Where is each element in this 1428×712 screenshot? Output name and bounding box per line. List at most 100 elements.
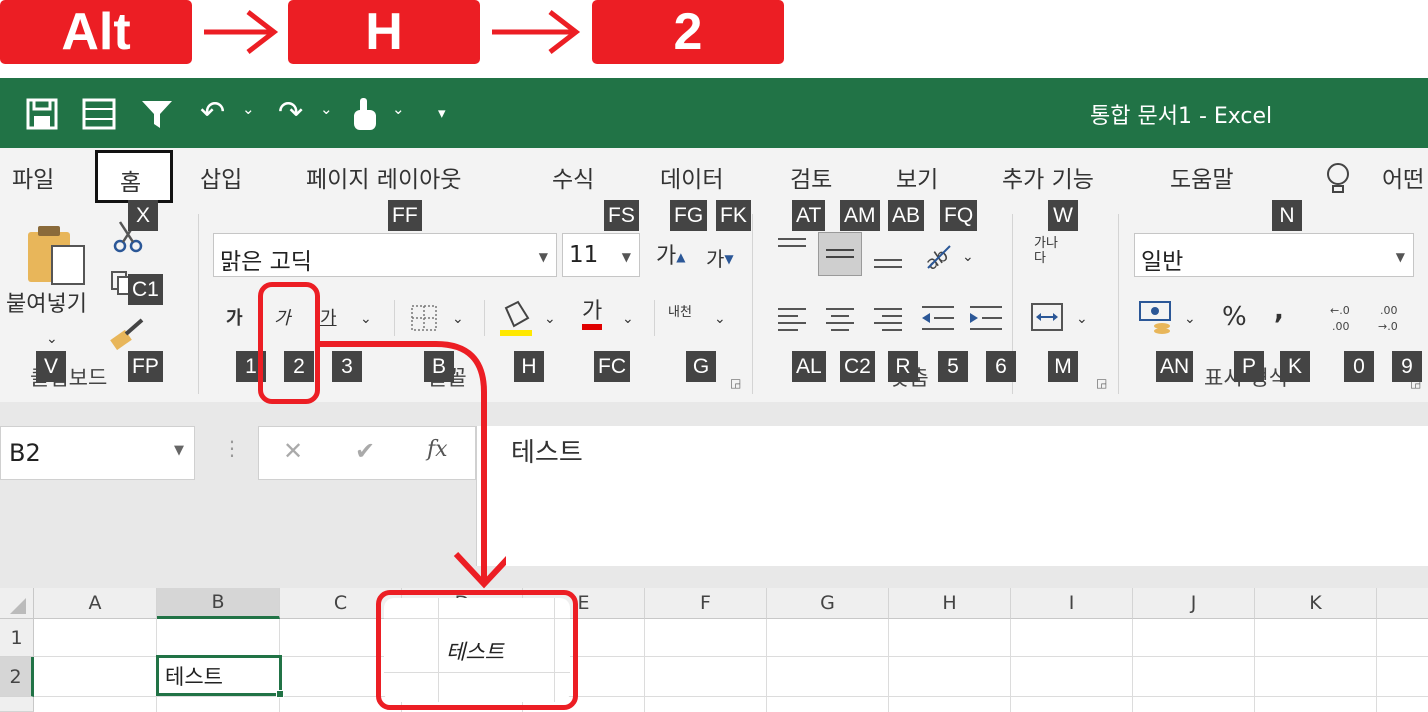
paste-icon[interactable]: [26, 222, 88, 286]
select-all-icon: [10, 598, 26, 614]
percent-style-button[interactable]: %: [1222, 304, 1247, 330]
column-header[interactable]: A: [34, 588, 157, 619]
tab-add-ins[interactable]: 추가 기능: [1002, 160, 1094, 194]
chevron-down-icon[interactable]: ⌄: [242, 100, 255, 118]
chevron-down-icon[interactable]: ⌄: [1184, 306, 1196, 332]
chevron-down-icon[interactable]: ⌄: [392, 100, 405, 118]
touch-mode-icon[interactable]: [350, 96, 380, 132]
keytip-9: 9: [1392, 351, 1422, 382]
tab-insert[interactable]: 삽입: [200, 160, 242, 194]
align-middle-button[interactable]: [818, 232, 862, 276]
number-format-select[interactable]: 일반 ▼: [1134, 233, 1414, 277]
cancel-icon[interactable]: ✕: [283, 437, 303, 465]
merge-center-icon[interactable]: [1030, 302, 1064, 332]
row-header[interactable]: 1: [0, 619, 34, 657]
select-all-corner[interactable]: [0, 588, 34, 619]
group-separator: [198, 214, 199, 394]
undo-icon[interactable]: ↶: [200, 96, 225, 130]
keytip-x: X: [128, 200, 158, 231]
align-right-icon[interactable]: [872, 306, 904, 332]
filter-icon[interactable]: [140, 98, 174, 130]
font-size-select[interactable]: 11 ▼: [562, 233, 640, 277]
tab-home[interactable]: 홈: [95, 150, 173, 203]
lightbulb-icon[interactable]: [1324, 162, 1352, 196]
phonetic-guide-button[interactable]: 내천: [668, 300, 692, 326]
decrease-indent-icon[interactable]: [920, 304, 956, 332]
align-center-icon[interactable]: [824, 306, 856, 332]
format-painter-icon[interactable]: [110, 318, 146, 350]
fill-color-icon[interactable]: [498, 300, 534, 338]
orientation-icon[interactable]: ab: [920, 238, 956, 272]
name-box[interactable]: B2 ▼: [0, 426, 195, 480]
customize-toolbar-icon[interactable]: ▾: [438, 104, 446, 122]
column-header[interactable]: H: [889, 588, 1011, 619]
keytip-r: R: [888, 351, 918, 382]
chevron-down-icon[interactable]: ⌄: [714, 306, 726, 332]
align-top-icon[interactable]: [776, 236, 808, 258]
column-header[interactable]: I: [1011, 588, 1133, 619]
tab-formulas[interactable]: 수식: [552, 160, 594, 194]
column-header[interactable]: G: [767, 588, 889, 619]
align-left-icon[interactable]: [776, 306, 808, 332]
font-color-button[interactable]: 가: [582, 300, 603, 330]
dropdown-arrow-icon: ▼: [538, 250, 548, 264]
tab-data[interactable]: 데이터: [660, 160, 723, 194]
redo-icon[interactable]: ↷: [278, 96, 303, 130]
column-header[interactable]: J: [1133, 588, 1255, 619]
row-header-selected[interactable]: 2: [0, 657, 34, 697]
accounting-format-icon[interactable]: [1138, 300, 1178, 336]
tab-view[interactable]: 보기: [896, 160, 938, 194]
chevron-down-icon[interactable]: ⌄: [46, 326, 58, 352]
dropdown-arrow-icon[interactable]: ▼: [174, 443, 184, 458]
paste-label[interactable]: 붙여넣기: [6, 292, 87, 318]
tab-page-layout[interactable]: 페이지 레이아웃: [306, 160, 461, 194]
group-separator: [1118, 214, 1119, 394]
chevron-down-icon[interactable]: ⌄: [320, 100, 333, 118]
tab-review[interactable]: 검토: [790, 160, 832, 194]
keytip-c1: C1: [128, 274, 163, 305]
cell-b2-active[interactable]: 테스트: [156, 655, 282, 696]
dialog-launcher-icon[interactable]: ◲: [730, 376, 741, 390]
tell-me-search[interactable]: 어떤: [1382, 160, 1424, 194]
svg-text:←.0: ←.0: [1330, 304, 1350, 317]
increase-decimal-icon[interactable]: ←.0 .00: [1326, 302, 1362, 334]
number-format-value: 일반: [1141, 249, 1184, 275]
formula-input[interactable]: 테스트: [476, 426, 1428, 566]
column-header[interactable]: F: [645, 588, 767, 619]
wrap-text-button[interactable]: 가나 다: [1034, 236, 1058, 266]
keytip-al: AL: [792, 351, 826, 382]
bold-button[interactable]: 가: [226, 306, 243, 332]
column-header[interactable]: K: [1255, 588, 1377, 619]
tab-help[interactable]: 도움말: [1170, 160, 1233, 194]
borders-icon[interactable]: [410, 304, 438, 332]
chevron-down-icon[interactable]: ⌄: [622, 306, 634, 332]
form-icon[interactable]: [82, 98, 116, 130]
underline-button[interactable]: 가: [320, 306, 337, 332]
dialog-launcher-icon[interactable]: ◲: [1096, 376, 1107, 390]
decrease-decimal-icon[interactable]: .00 →.0: [1376, 302, 1416, 334]
chevron-down-icon[interactable]: ⌄: [1076, 306, 1088, 332]
grow-font-icon[interactable]: 가▲: [656, 244, 685, 270]
increase-indent-icon[interactable]: [968, 304, 1004, 332]
column-header-selected[interactable]: B: [157, 588, 280, 619]
tab-file[interactable]: 파일: [12, 160, 54, 194]
chevron-down-icon[interactable]: ⌄: [962, 244, 974, 270]
font-name-select[interactable]: 맑은 고딕 ▼: [213, 233, 557, 277]
column-header[interactable]: [1377, 588, 1428, 619]
keytip-fs: FS: [604, 200, 639, 231]
fill-handle[interactable]: [276, 690, 284, 698]
shrink-font-icon[interactable]: 가▼: [706, 246, 734, 272]
highlight-preview-result: [376, 590, 578, 710]
keytip-fk: FK: [716, 200, 751, 231]
chevron-down-icon[interactable]: ⌄: [452, 306, 464, 332]
chevron-down-icon[interactable]: ⌄: [360, 306, 372, 332]
comma-style-button[interactable]: ,: [1274, 298, 1284, 324]
row-header[interactable]: [0, 697, 34, 712]
align-bottom-icon[interactable]: [872, 250, 904, 272]
chevron-down-icon[interactable]: ⌄: [544, 306, 556, 332]
gridline: [1010, 619, 1011, 712]
keytip-m: M: [1048, 351, 1078, 382]
save-icon[interactable]: [26, 98, 58, 130]
key-h: H: [288, 0, 480, 64]
key-alt: Alt: [0, 0, 192, 64]
